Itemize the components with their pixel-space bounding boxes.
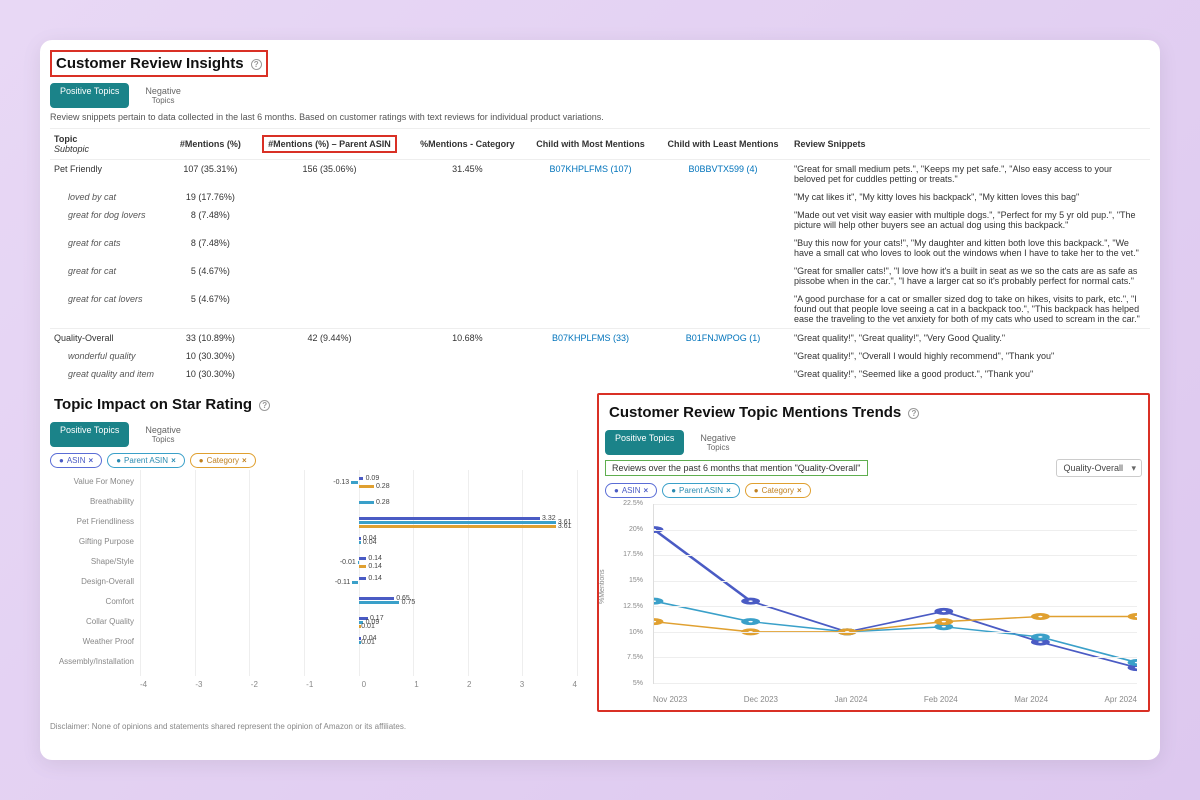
help-icon[interactable]: ? [251,59,262,70]
table-row[interactable]: great for cat5 (4.67%)"Great for smaller… [50,262,1150,290]
col-child-most[interactable]: Child with Most Mentions [525,129,656,160]
trends-series-chips: ● ASIN × ● Parent ASIN × ● Category × [605,483,1142,498]
col-topic[interactable]: Topic Subtopic [50,129,172,160]
trends-line-chart: %Mentions 5%7.5%10%12.5%15%17.5%20%22.5%… [605,504,1142,704]
col-mentions-category[interactable]: %Mentions - Category [410,129,525,160]
main-panel: Customer Review Insights ? Positive Topi… [40,40,1160,760]
help-icon[interactable]: ? [259,400,270,411]
trends-filter-note: Reviews over the past 6 months that ment… [605,460,868,476]
table-row[interactable]: Quality-Overall33 (10.89%)42 (9.44%)10.6… [50,329,1150,348]
impact-title: Topic Impact on Star Rating ? [50,393,274,416]
topic-polarity-tabs: Positive Topics Negative Topics [50,83,1150,108]
bar-label: Shape/Style [50,556,140,570]
bar-label: Assembly/Installation [50,656,140,670]
chip-asin[interactable]: ● ASIN × [50,453,102,468]
bar-track [140,656,577,670]
col-snippets[interactable]: Review Snippets [790,129,1150,160]
tab-negative-topics[interactable]: Negative Topics [135,83,191,108]
bar-track: 0.650.75 [140,596,577,610]
table-row[interactable]: great for cat lovers5 (4.67%)"A good pur… [50,290,1150,329]
bar-label: Comfort [50,596,140,610]
table-row[interactable]: great for cats8 (7.48%)"Buy this now for… [50,234,1150,262]
bar-label: Gifting Purpose [50,536,140,550]
table-row[interactable]: loved by cat19 (17.76%)"My cat likes it"… [50,188,1150,206]
chip-category[interactable]: ● Category × [745,483,811,498]
bar-track: 0.170.090.01 [140,616,577,630]
chip-parent-asin[interactable]: ● Parent ASIN × [107,453,185,468]
table-row[interactable]: great for dog lovers8 (7.48%)"Made out v… [50,206,1150,234]
tab-positive-topics[interactable]: Positive Topics [50,83,129,108]
impact-tab-negative[interactable]: Negative Topics [135,422,191,447]
table-row[interactable]: Pet Friendly107 (35.31%)156 (35.06%)31.4… [50,160,1150,189]
insights-table: Topic Subtopic #Mentions (%) #Mentions (… [50,128,1150,383]
charts-row: Topic Impact on Star Rating ? Positive T… [50,393,1150,712]
chip-asin[interactable]: ● ASIN × [605,483,657,498]
trends-title: Customer Review Topic Mentions Trends ? [605,401,923,424]
chip-parent-asin[interactable]: ● Parent ASIN × [662,483,740,498]
chip-category[interactable]: ● Category × [190,453,256,468]
table-row[interactable]: wonderful quality10 (30.30%)"Great quali… [50,347,1150,365]
collection-note: Review snippets pertain to data collecte… [50,112,1150,122]
disclaimer: Disclaimer: None of opinions and stateme… [50,722,1150,731]
page-title-text: Customer Review Insights [56,55,244,72]
impact-bar-chart: Value For Money0.09-0.130.28Breathabilit… [50,476,587,689]
bar-track: 3.323.613.61 [140,516,577,530]
bar-track: 0.14-0.010.14 [140,556,577,570]
col-mentions-parent[interactable]: #Mentions (%) – Parent ASIN [249,129,410,160]
help-icon[interactable]: ? [908,408,919,419]
scroll-area[interactable]: Customer Review Insights ? Positive Topi… [40,40,1160,760]
bar-track: 0.09-0.130.28 [140,476,577,490]
table-row[interactable]: great quality and item10 (30.30%)"Great … [50,365,1150,383]
col-mentions[interactable]: #Mentions (%) [172,129,250,160]
bar-track: 0.040.04 [140,536,577,550]
bar-label: Pet Friendliness [50,516,140,530]
bar-label: Weather Proof [50,636,140,650]
bar-label: Breathability [50,496,140,510]
bar-label: Design-Overall [50,576,140,590]
trends-tab-negative[interactable]: Negative Topics [690,430,746,455]
impact-series-chips: ● ASIN × ● Parent ASIN × ● Category × [50,453,587,468]
bar-track: 0.040.01 [140,636,577,650]
bar-track: 0.14-0.11 [140,576,577,590]
trends-section: Customer Review Topic Mentions Trends ? … [597,393,1150,712]
impact-tab-positive[interactable]: Positive Topics [50,422,129,447]
trends-topic-dropdown[interactable]: Quality-Overall [1056,459,1142,477]
bar-track: 0.28 [140,496,577,510]
trends-tab-positive[interactable]: Positive Topics [605,430,684,455]
page-title: Customer Review Insights ? [50,50,268,77]
bar-label: Collar Quality [50,616,140,630]
impact-section: Topic Impact on Star Rating ? Positive T… [50,393,587,712]
col-child-least[interactable]: Child with Least Mentions [656,129,790,160]
bar-label: Value For Money [50,476,140,490]
